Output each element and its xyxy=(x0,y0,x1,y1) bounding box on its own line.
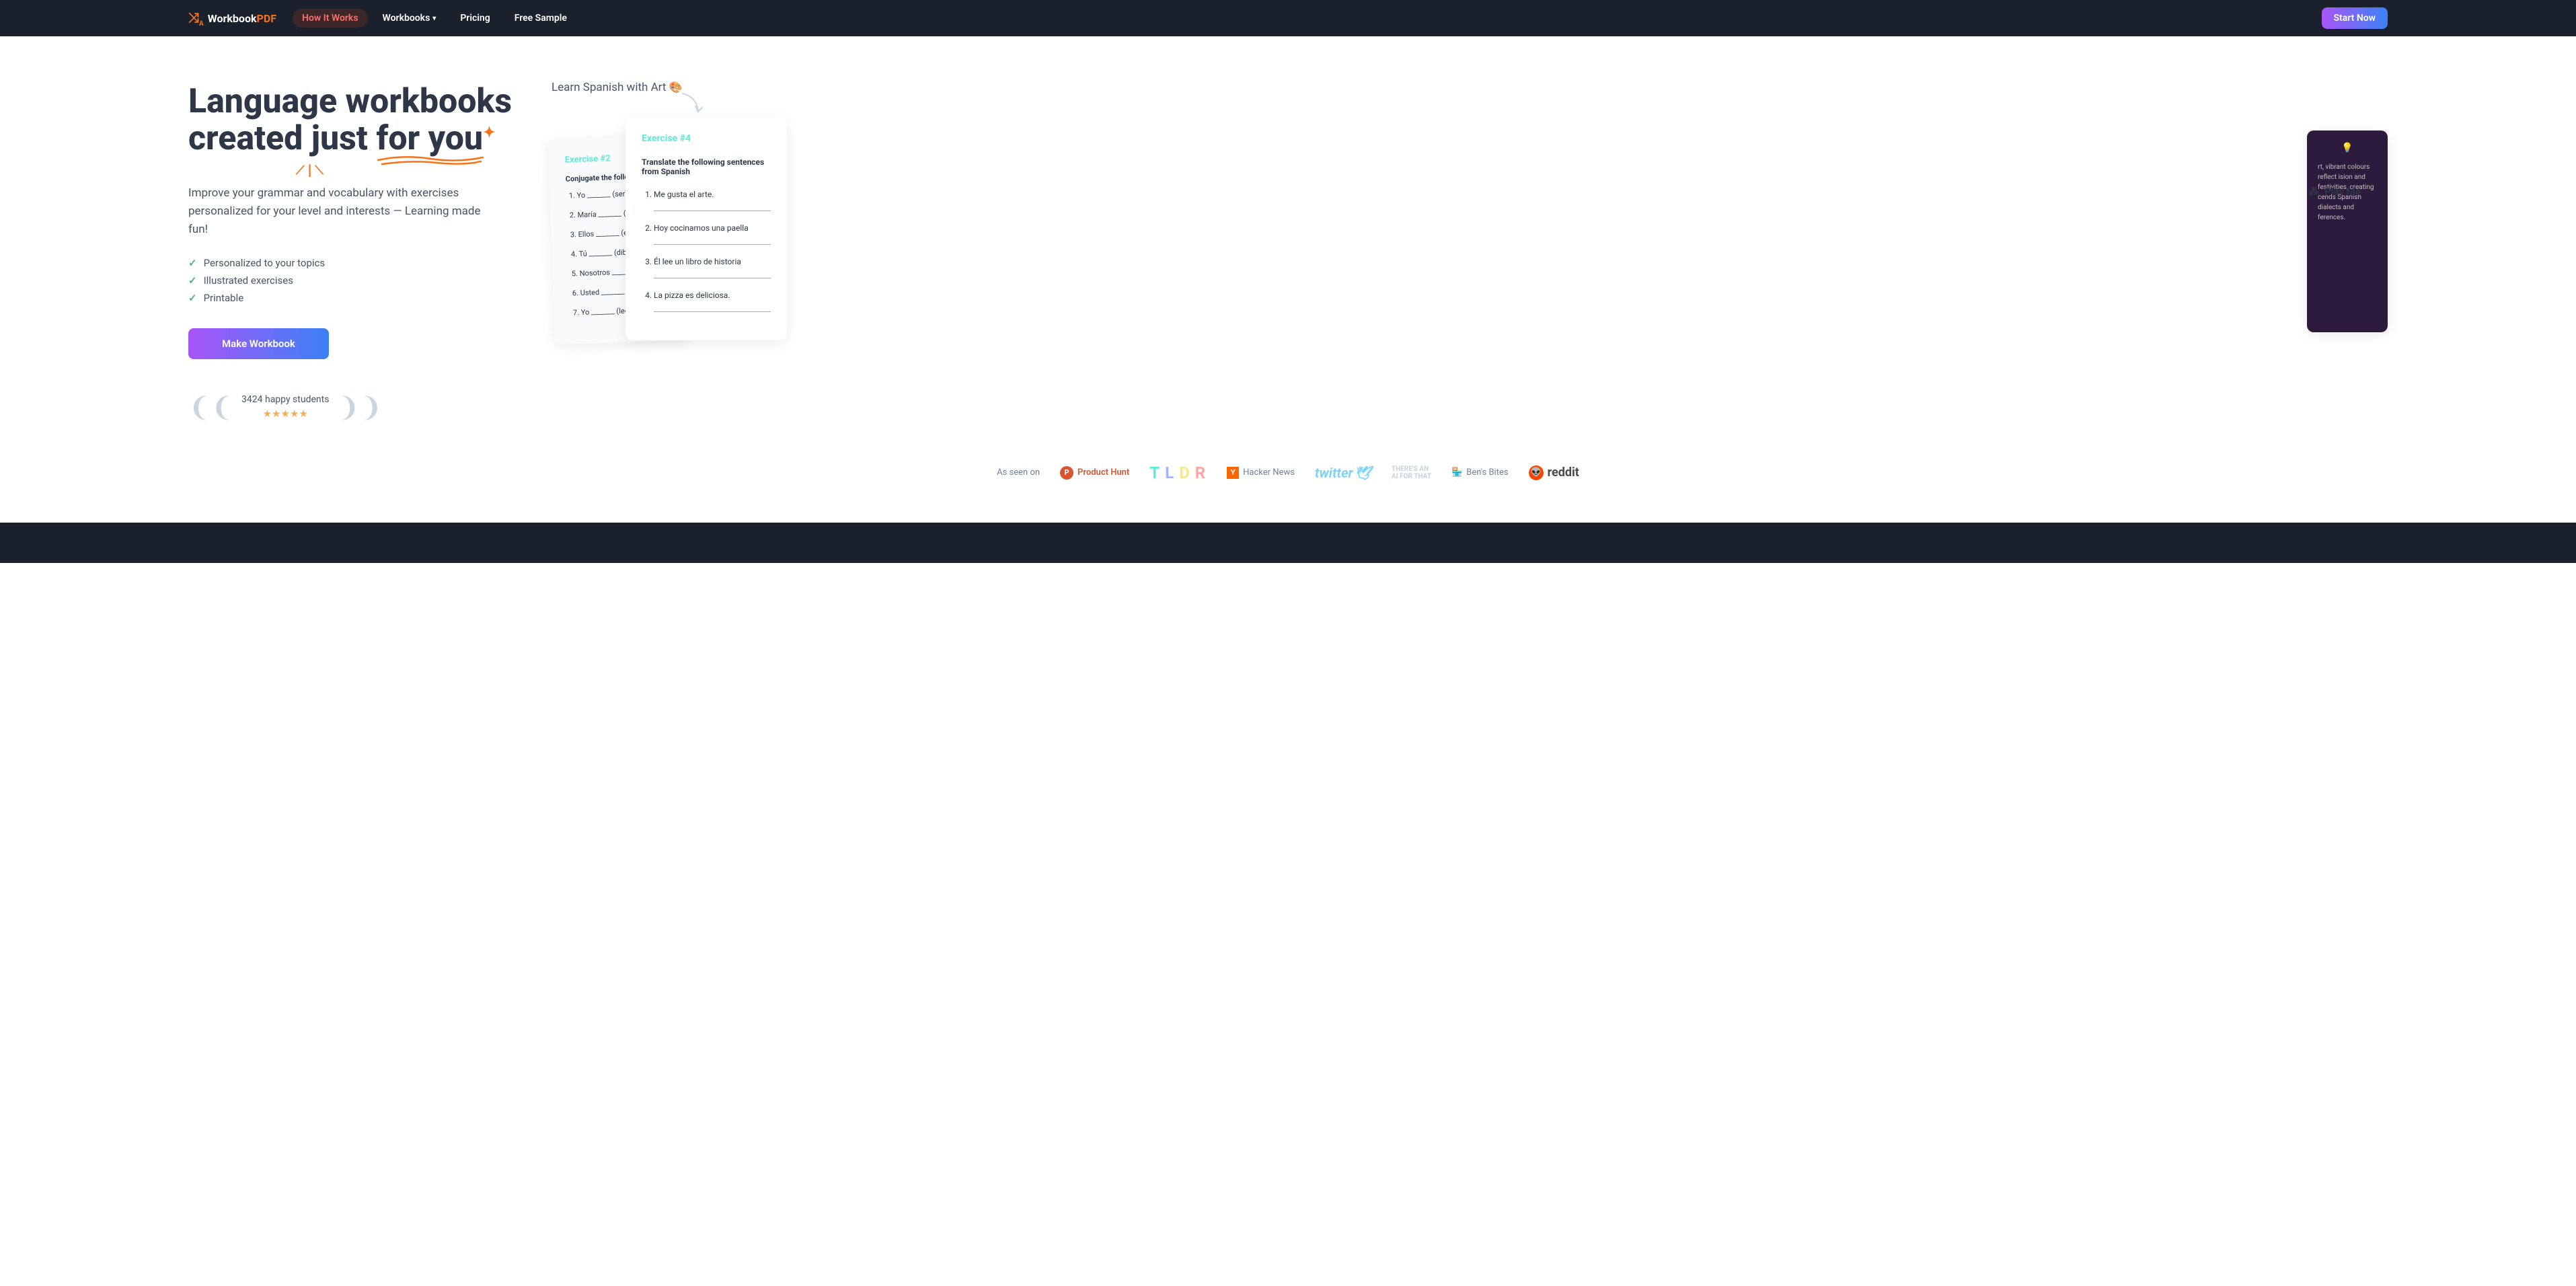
laurel-right-icon: ❩❩ xyxy=(337,391,382,423)
nav-pricing[interactable]: Pricing xyxy=(451,9,499,28)
brand-label: Hacker News xyxy=(1243,467,1295,478)
exercise-4-card: Exercise #4 Translate the following sent… xyxy=(626,117,787,340)
brand-tldr[interactable]: TLDR xyxy=(1149,463,1207,482)
brand-hacker-news[interactable]: Y Hacker News xyxy=(1227,467,1295,479)
list-item: La pizza es deliciosa. xyxy=(654,291,771,312)
brand-label: Ben's Bites xyxy=(1466,467,1508,478)
brand-label: THERE'S AN xyxy=(1392,465,1431,473)
nav-free-sample[interactable]: Free Sample xyxy=(505,9,576,28)
feature-list: ✓ Personalized to your topics ✓ Illustrate… xyxy=(188,257,525,304)
brand-product-hunt[interactable]: P Product Hunt xyxy=(1060,466,1129,480)
burst-icon: ⟋ ⎮ ⟍ xyxy=(296,164,324,178)
social-proof: ❨❨ 3424 happy students ★★★★★ ❩❩ xyxy=(188,391,525,423)
hero-section: Language workbooks created just for you✦… xyxy=(0,36,2576,450)
as-seen-on-section: As seen on P Product Hunt TLDR Y Hacker … xyxy=(0,450,2576,523)
exercise-title: Exercise #4 xyxy=(642,133,771,144)
exercise-subtitle: Translate the following sentences from S… xyxy=(642,157,771,176)
nav-how-it-works[interactable]: How It Works xyxy=(293,9,368,28)
hero-content: Language workbooks created just for you✦… xyxy=(188,83,525,423)
bens-bites-icon: 🏪 xyxy=(1451,467,1462,478)
feature-text: Illustrated exercises xyxy=(204,274,293,287)
main-nav: How It Works Workbooks ▾ Pricing Free Sa… xyxy=(293,9,576,28)
play-me-button[interactable]: ⁂ Play Me xyxy=(2308,185,2361,198)
product-hunt-icon: P xyxy=(1060,466,1073,480)
list-item: Él lee un libro de historia xyxy=(654,257,771,278)
check-icon: ✓ xyxy=(188,257,197,269)
feature-text: Printable xyxy=(204,292,244,304)
chevron-down-icon: ▾ xyxy=(432,15,436,22)
laurel-left-icon: ❨❨ xyxy=(188,391,233,423)
handwriting-label: Learn Spanish with Art 🎨 xyxy=(552,81,683,94)
start-now-button[interactable]: Start Now xyxy=(2322,7,2388,29)
brand-reddit[interactable]: 👽 reddit xyxy=(1529,465,1579,480)
feature-item: ✓ Illustrated exercises xyxy=(188,274,525,287)
reddit-icon: 👽 xyxy=(1529,465,1544,480)
feature-item: ✓ Printable xyxy=(188,292,525,304)
brand-label: reddit xyxy=(1548,465,1579,480)
exercise-list: Me gusta el arte. Hoy cocinamos una pael… xyxy=(642,190,771,312)
list-item: Hoy cocinamos una paella xyxy=(654,223,771,245)
student-count: 3424 happy students xyxy=(241,394,329,405)
logo[interactable]: ⤨A WorkbookPDF xyxy=(188,9,276,28)
hero-title: Language workbooks created just for you✦… xyxy=(188,83,525,157)
bird-icon: 🕊 xyxy=(1355,465,1371,481)
curved-arrow-icon xyxy=(679,90,706,117)
brand-theres-an-ai[interactable]: THERE'S AN AI FOR THAT xyxy=(1392,465,1431,480)
dark-info-card: 💡 rt, vibrant colours reflect ision and … xyxy=(2307,130,2388,332)
hero-preview: Learn Spanish with Art 🎨 💡 rt, vibrant c… xyxy=(552,83,2388,423)
check-icon: ✓ xyxy=(188,274,197,287)
check-icon: ✓ xyxy=(188,292,197,304)
star-rating: ★★★★★ xyxy=(241,408,329,420)
brand-bens-bites[interactable]: 🏪 Ben's Bites xyxy=(1451,467,1509,478)
brand-twitter[interactable]: twitter🕊 xyxy=(1315,465,1371,481)
translate-icon: ⤨A xyxy=(188,9,204,28)
site-header: ⤨A WorkbookPDF How It Works Workbooks ▾ … xyxy=(0,0,2576,36)
brand-label: twitter xyxy=(1315,465,1353,481)
feature-text: Personalized to your topics xyxy=(204,257,326,269)
brand-label: Product Hunt xyxy=(1077,467,1129,478)
nav-workbooks-label: Workbooks xyxy=(383,13,430,24)
make-workbook-button[interactable]: Make Workbook xyxy=(188,328,329,359)
play-me-label: Play Me xyxy=(2324,186,2361,198)
feature-item: ✓ Personalized to your topics xyxy=(188,257,525,269)
header-left: ⤨A WorkbookPDF How It Works Workbooks ▾ … xyxy=(188,9,576,28)
brand-label: AI FOR THAT xyxy=(1392,473,1431,480)
underline-decoration xyxy=(377,153,484,167)
nav-workbooks[interactable]: Workbooks ▾ xyxy=(373,9,446,28)
logo-text: WorkbookPDF xyxy=(208,12,276,25)
bulb-icon: 💡 xyxy=(2318,141,2377,155)
list-item: Me gusta el arte. xyxy=(654,190,771,211)
site-footer xyxy=(0,523,2576,563)
hacker-news-icon: Y xyxy=(1227,467,1239,479)
sparkle-icon: ✦ xyxy=(483,124,495,141)
social-proof-text: 3424 happy students ★★★★★ xyxy=(241,394,329,420)
hero-subtitle: Improve your grammar and vocabulary with… xyxy=(188,184,498,239)
title-line1: Language workbooks xyxy=(188,82,512,121)
brand-row: As seen on P Product Hunt TLDR Y Hacker … xyxy=(0,463,2576,482)
cursor-click-icon: ⁂ xyxy=(2308,185,2319,198)
as-seen-label: As seen on xyxy=(997,467,1040,478)
title-line2: created just for you xyxy=(188,119,483,158)
